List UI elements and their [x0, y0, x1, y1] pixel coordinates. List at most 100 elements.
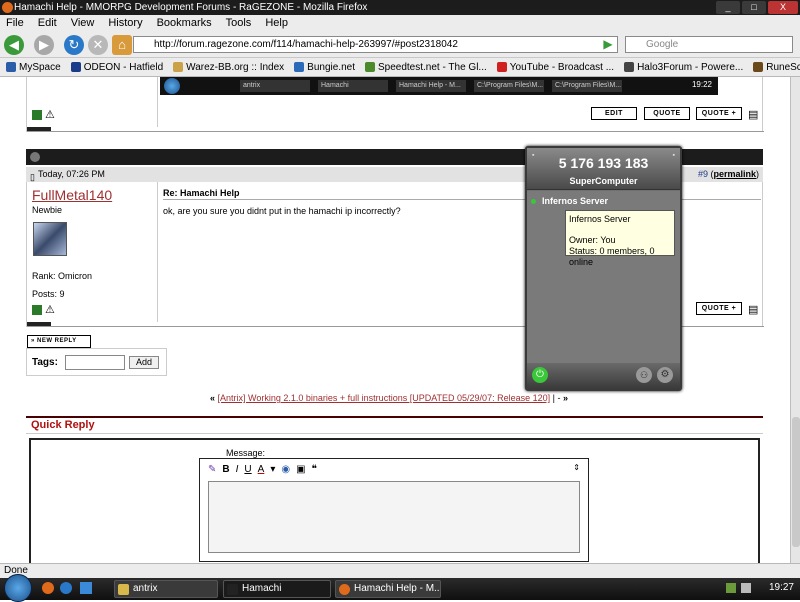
link-icon[interactable]: ◉ — [281, 463, 290, 477]
close-button[interactable]: X — [768, 1, 798, 14]
nav-dash: - — [557, 393, 561, 403]
user-posts: Posts: 9 — [32, 289, 65, 299]
editor: ✎ B I U A ▾ ◉ ▣ ❝ ⇕ — [199, 458, 589, 562]
tray-network-icon[interactable] — [726, 583, 736, 593]
avatar[interactable] — [33, 222, 67, 256]
previous-post: ⚠ EDIT QUOTE QUOTE + ▤ — [26, 77, 764, 132]
bookmark-item[interactable]: RuneScape - the massi... — [753, 58, 800, 76]
search-placeholder: Google — [646, 39, 679, 50]
stop-icon[interactable]: ✕ — [88, 35, 108, 55]
taskbar-clock[interactable]: 19:27 — [769, 582, 794, 593]
bold-button[interactable]: B — [222, 463, 229, 477]
italic-button[interactable]: I — [236, 463, 239, 477]
network-menu-button[interactable]: ⚇ — [636, 367, 652, 383]
quote-icon[interactable]: ❝ — [312, 463, 317, 477]
settings-icon[interactable]: ⚙ — [657, 367, 673, 383]
menu-file[interactable]: File — [6, 15, 24, 31]
menu-tools[interactable]: Tools — [226, 15, 252, 31]
bookmark-item[interactable]: Bungie.net — [294, 58, 355, 76]
editor-resize-icon[interactable]: ⇕ — [573, 463, 580, 472]
multiquote-button[interactable]: QUOTE + — [696, 107, 742, 120]
underline-button[interactable]: U — [244, 463, 251, 477]
taskbar-button-antrix[interactable]: antrix — [114, 580, 218, 598]
remove-format-icon[interactable]: ✎ — [208, 463, 216, 477]
post-number[interactable]: #9 — [698, 169, 708, 179]
permalink-link[interactable]: permalink — [713, 169, 756, 179]
network-item[interactable]: Infernos Server — [531, 196, 608, 206]
reputation-icon[interactable] — [32, 305, 42, 315]
tags-input[interactable] — [65, 355, 125, 370]
tray-volume-icon[interactable] — [741, 583, 751, 593]
tags-box: Tags: Add — [26, 348, 167, 376]
edit-button[interactable]: EDIT — [591, 107, 637, 120]
post-number-group: #9 (permalink) — [697, 169, 759, 179]
menu-history[interactable]: History — [108, 15, 142, 31]
show-desktop-icon[interactable] — [80, 582, 92, 594]
menu-view[interactable]: View — [71, 15, 95, 31]
start-button[interactable] — [4, 574, 32, 602]
bookmark-item[interactable]: MySpace — [6, 58, 61, 76]
quick-reply-body: Message: ✎ B I U A ▾ ◉ ▣ ❝ ⇕ — [29, 438, 760, 568]
next-thread-arrow[interactable]: » — [563, 393, 568, 403]
vertical-scrollbar[interactable] — [790, 77, 800, 563]
taskbar-label: Hamachi — [242, 583, 282, 594]
hamachi-address: 5 176 193 183 — [558, 155, 649, 171]
bookmark-label: Bungie.net — [307, 61, 355, 73]
hamachi-nickname: SuperComputer — [569, 176, 638, 186]
bookmark-item[interactable]: Speedtest.net - The Gl... — [364, 58, 487, 76]
add-tag-button[interactable]: Add — [129, 356, 159, 369]
bookmark-favicon-icon — [6, 62, 16, 72]
font-color-dropdown-icon[interactable]: ▾ — [270, 463, 275, 477]
bookmark-label: Warez-BB.org :: Index — [186, 61, 285, 73]
post-author-link[interactable]: FullMetal140 — [32, 187, 112, 203]
bookmark-item[interactable]: YouTube - Broadcast ... — [496, 58, 614, 76]
taskbar: antrix Hamachi Hamachi Help - M... 19:27 — [0, 574, 800, 602]
font-color-button[interactable]: A — [258, 463, 265, 477]
hamachi-footer: ⏻ ⚇ ⚙ — [527, 363, 680, 389]
image-icon[interactable]: ▣ — [296, 463, 305, 477]
bookmark-favicon-icon — [173, 62, 184, 72]
post-divider — [157, 77, 158, 127]
bookmark-item[interactable]: ODEON - Hatfield — [70, 58, 164, 76]
firefox-quicklaunch-icon[interactable] — [42, 582, 54, 594]
menu-bookmarks[interactable]: Bookmarks — [157, 15, 212, 31]
multiquote-icon[interactable]: ▤ — [748, 303, 758, 316]
prev-thread-link[interactable]: [Antrix] Working 2.1.0 binaries + full i… — [218, 393, 551, 403]
quote-button[interactable]: QUOTE — [644, 107, 690, 120]
multiquote-button[interactable]: QUOTE + — [696, 302, 742, 315]
new-reply-button[interactable]: » NEW REPLY — [27, 335, 91, 348]
ie-quicklaunch-icon[interactable] — [60, 582, 72, 594]
bookmark-item[interactable]: Warez-BB.org :: Index — [173, 58, 284, 76]
url-bar[interactable]: http://forum.ragezone.com/f114/hamachi-h… — [133, 36, 618, 53]
bookmark-item[interactable]: Halo3Forum - Powere... — [624, 58, 743, 76]
post-divider — [157, 182, 158, 322]
reload-icon[interactable]: ↻ — [64, 35, 84, 55]
go-icon[interactable]: ▶ — [600, 36, 616, 53]
tooltip-owner: Owner: You — [569, 235, 616, 245]
tooltip-title: Infernos Server — [569, 214, 631, 224]
reputation-icon[interactable] — [32, 110, 42, 120]
bookmark-favicon-icon — [70, 62, 81, 72]
user-title: Newbie — [32, 205, 63, 215]
multiquote-icon[interactable]: ▤ — [748, 108, 758, 121]
taskbar-button-firefox[interactable]: Hamachi Help - M... — [335, 580, 441, 598]
taskbar-button-hamachi[interactable]: Hamachi — [223, 580, 331, 598]
maximize-button[interactable]: □ — [742, 1, 766, 14]
search-input[interactable]: Google — [625, 36, 793, 53]
menu-help[interactable]: Help — [265, 15, 288, 31]
report-icon[interactable]: ⚠ — [45, 303, 55, 316]
minimize-button[interactable]: _ — [716, 1, 740, 14]
home-icon[interactable]: ⌂ — [112, 35, 132, 55]
back-icon[interactable]: ◀ — [4, 35, 24, 55]
power-button[interactable]: ⏻ — [532, 367, 548, 383]
forward-icon[interactable]: ▶ — [34, 35, 54, 55]
menu-edit[interactable]: Edit — [38, 15, 57, 31]
bookmark-label: ODEON - Hatfield — [83, 61, 164, 73]
report-icon[interactable]: ⚠ — [45, 108, 55, 121]
prev-thread-arrow[interactable]: « — [210, 393, 215, 403]
message-textarea[interactable] — [208, 481, 580, 553]
scrollbar-thumb[interactable] — [792, 417, 800, 547]
rank-label: Rank: — [32, 271, 56, 281]
hamachi-window: ▪ ▪ 5 176 193 183 SuperComputer Infernos… — [525, 146, 682, 391]
taskbar-label: Hamachi Help - M... — [354, 583, 441, 594]
